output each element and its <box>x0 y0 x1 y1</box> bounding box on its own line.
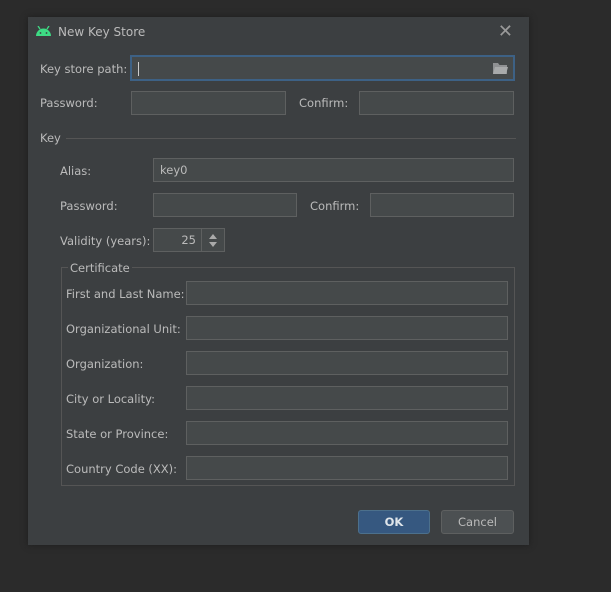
certificate-field-label: Country Code (XX): <box>66 462 178 476</box>
certificate-field-input[interactable] <box>186 421 508 445</box>
close-icon[interactable]: ✕ <box>498 21 513 42</box>
key-store-path-label: Key store path: <box>40 62 128 76</box>
key-password-input[interactable] <box>153 193 297 217</box>
keystore-confirm-label: Confirm: <box>299 96 349 110</box>
validity-value[interactable]: 25 <box>181 229 196 251</box>
key-password-label: Password: <box>60 199 118 213</box>
dialog-title: New Key Store <box>58 25 146 39</box>
new-key-store-dialog: New Key Store ✕ Key store path: Password… <box>28 17 529 545</box>
alias-input[interactable]: key0 <box>153 158 514 182</box>
validity-spinner[interactable]: 25 <box>153 228 225 252</box>
certificate-field-label: Organizational Unit: <box>66 322 181 336</box>
certificate-field-input[interactable] <box>186 316 508 340</box>
certificate-field-label: State or Province: <box>66 427 169 441</box>
key-section-label: Key <box>40 131 61 145</box>
spinner-arrows-icon[interactable] <box>201 229 224 251</box>
validity-label: Validity (years): <box>60 234 151 248</box>
certificate-legend: Certificate <box>68 261 132 275</box>
certificate-field-input[interactable] <box>186 456 508 480</box>
folder-icon[interactable] <box>493 62 508 74</box>
certificate-field-input[interactable] <box>186 281 508 305</box>
cancel-button[interactable]: Cancel <box>441 510 514 534</box>
key-store-path-input[interactable] <box>130 55 515 81</box>
certificate-field-input[interactable] <box>186 386 508 410</box>
certificate-field-input[interactable] <box>186 351 508 375</box>
certificate-field-label: City or Locality: <box>66 392 155 406</box>
certificate-field-label: Organization: <box>66 357 144 371</box>
keystore-password-input[interactable] <box>131 91 286 115</box>
ok-button[interactable]: OK <box>358 510 430 534</box>
divider <box>66 138 516 139</box>
key-confirm-label: Confirm: <box>310 199 360 213</box>
certificate-field-label: First and Last Name: <box>66 287 185 301</box>
alias-label: Alias: <box>60 164 92 178</box>
keystore-confirm-input[interactable] <box>359 91 514 115</box>
android-icon <box>36 26 51 36</box>
keystore-password-label: Password: <box>40 96 98 110</box>
key-confirm-input[interactable] <box>370 193 514 217</box>
